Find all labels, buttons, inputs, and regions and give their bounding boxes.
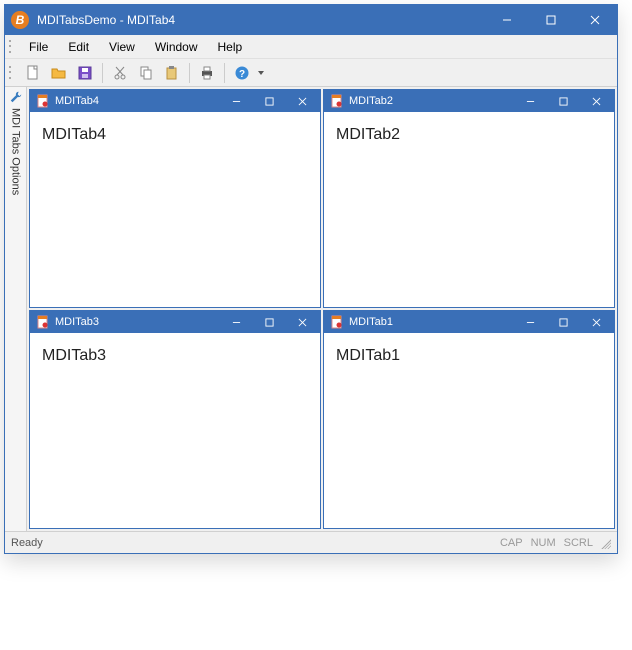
- mdi-title: MDITab2: [349, 95, 511, 107]
- document-icon: [36, 315, 50, 329]
- mdi-close-button[interactable]: [582, 90, 610, 112]
- mdi-child-window[interactable]: MDITab4 MDITab4: [29, 89, 321, 308]
- mdi-titlebar[interactable]: MDITab1: [324, 311, 614, 333]
- menu-help[interactable]: Help: [208, 37, 253, 57]
- wrench-icon: [9, 90, 23, 104]
- menubar: File Edit View Window Help: [5, 35, 617, 59]
- mdi-maximize-button[interactable]: [549, 90, 577, 112]
- status-text: Ready: [11, 537, 492, 549]
- cut-icon: [112, 65, 128, 81]
- menu-view[interactable]: View: [99, 37, 145, 57]
- print-button[interactable]: [195, 61, 219, 85]
- mdi-close-button[interactable]: [288, 311, 316, 333]
- paste-icon: [164, 65, 180, 81]
- resize-grip[interactable]: [599, 537, 611, 549]
- copy-icon: [138, 65, 154, 81]
- mdi-child-window[interactable]: MDITab1 MDITab1: [323, 310, 615, 529]
- toolbar-separator: [102, 63, 103, 83]
- new-file-icon: [25, 65, 41, 81]
- toolbar-grip[interactable]: [9, 65, 15, 81]
- menu-edit[interactable]: Edit: [58, 37, 99, 57]
- mdi-title: MDITab3: [55, 316, 217, 328]
- menubar-grip[interactable]: [9, 39, 15, 55]
- window-title: MDITabsDemo - MDITab4: [37, 13, 485, 27]
- document-icon: [330, 315, 344, 329]
- mdi-maximize-button[interactable]: [255, 311, 283, 333]
- mdi-child-window[interactable]: MDITab3 MDITab3: [29, 310, 321, 529]
- help-icon: ?: [234, 65, 250, 81]
- minimize-button[interactable]: [485, 5, 529, 35]
- paste-button[interactable]: [160, 61, 184, 85]
- mdi-minimize-button[interactable]: [222, 90, 250, 112]
- mdi-minimize-button[interactable]: [516, 311, 544, 333]
- document-icon: [330, 94, 344, 108]
- client-area: MDI Tabs Options MDITab4 MDITab4 MDITab2: [5, 87, 617, 531]
- open-button[interactable]: [47, 61, 71, 85]
- mdi-content: MDITab1: [324, 333, 614, 528]
- chevron-down-icon: [258, 71, 264, 75]
- toolbar-separator: [224, 63, 225, 83]
- mdi-title: MDITab4: [55, 95, 217, 107]
- new-file-button[interactable]: [21, 61, 45, 85]
- mdi-maximize-button[interactable]: [255, 90, 283, 112]
- print-icon: [199, 65, 215, 81]
- mdi-area: MDITab4 MDITab4 MDITab2 MDITab2: [27, 87, 617, 531]
- help-button[interactable]: ?: [230, 61, 254, 85]
- mdi-content: MDITab4: [30, 112, 320, 307]
- toolbar: ?: [5, 59, 617, 87]
- mdi-title: MDITab1: [349, 316, 511, 328]
- main-window: B MDITabsDemo - MDITab4 File Edit View W…: [4, 4, 618, 554]
- app-icon: B: [11, 11, 29, 29]
- save-icon: [77, 65, 93, 81]
- mdi-close-button[interactable]: [288, 90, 316, 112]
- mdi-content: MDITab2: [324, 112, 614, 307]
- open-folder-icon: [51, 65, 67, 81]
- close-button[interactable]: [573, 5, 617, 35]
- mdi-titlebar[interactable]: MDITab3: [30, 311, 320, 333]
- mdi-content: MDITab3: [30, 333, 320, 528]
- maximize-button[interactable]: [529, 5, 573, 35]
- mdi-close-button[interactable]: [582, 311, 610, 333]
- mdi-titlebar[interactable]: MDITab4: [30, 90, 320, 112]
- copy-button[interactable]: [134, 61, 158, 85]
- titlebar[interactable]: B MDITabsDemo - MDITab4: [5, 5, 617, 35]
- cut-button[interactable]: [108, 61, 132, 85]
- save-button[interactable]: [73, 61, 97, 85]
- svg-text:?: ?: [239, 69, 245, 80]
- side-panel[interactable]: MDI Tabs Options: [5, 87, 27, 531]
- mdi-titlebar[interactable]: MDITab2: [324, 90, 614, 112]
- menu-file[interactable]: File: [19, 37, 58, 57]
- mdi-child-window[interactable]: MDITab2 MDITab2: [323, 89, 615, 308]
- mdi-minimize-button[interactable]: [516, 90, 544, 112]
- mdi-minimize-button[interactable]: [222, 311, 250, 333]
- side-panel-label: MDI Tabs Options: [10, 108, 22, 195]
- menu-window[interactable]: Window: [145, 37, 208, 57]
- status-cap: CAP: [500, 537, 523, 549]
- statusbar: Ready CAP NUM SCRL: [5, 531, 617, 553]
- mdi-maximize-button[interactable]: [549, 311, 577, 333]
- status-num: NUM: [531, 537, 556, 549]
- help-dropdown-arrow[interactable]: [256, 71, 266, 75]
- document-icon: [36, 94, 50, 108]
- status-scrl: SCRL: [564, 537, 593, 549]
- toolbar-separator: [189, 63, 190, 83]
